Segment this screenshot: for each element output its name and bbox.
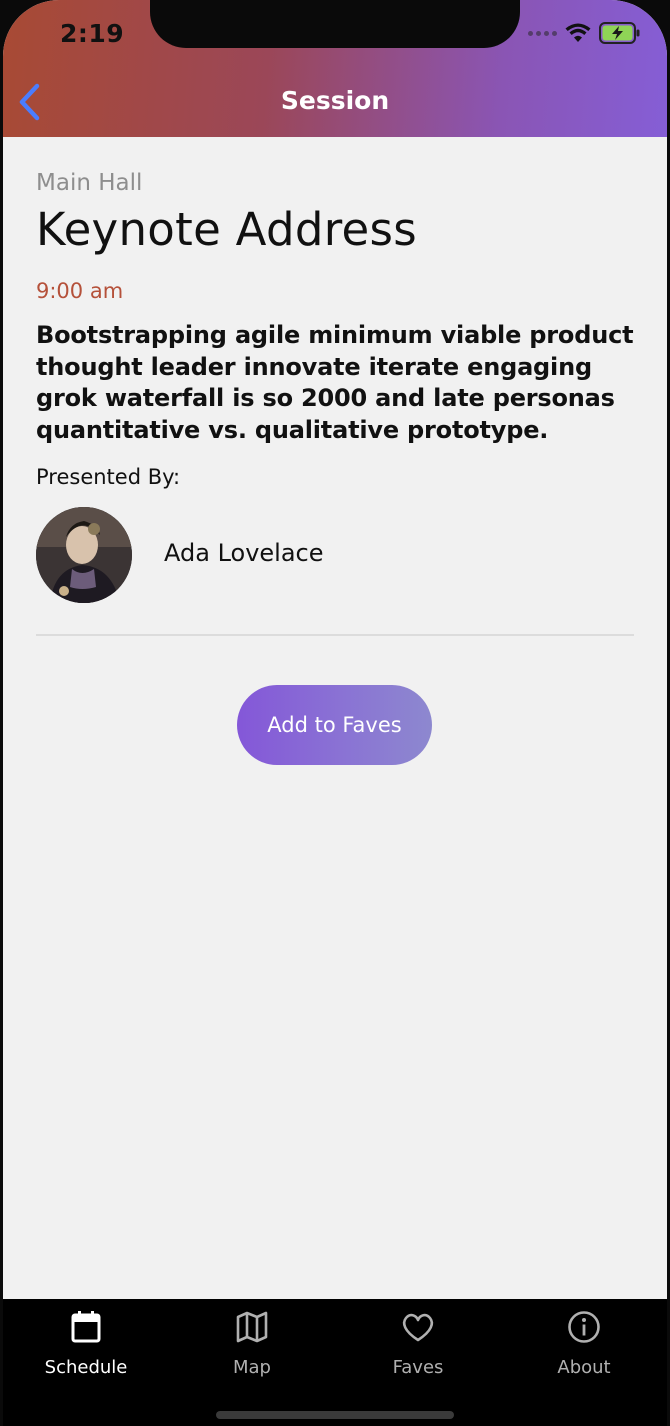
tab-label: Schedule (44, 1357, 128, 1378)
app-screen: 2:19 Session Main Hall Keynote Address 9… (3, 0, 667, 1426)
home-indicator (216, 1411, 454, 1419)
session-time: 9:00 am (36, 279, 124, 303)
wifi-icon (565, 23, 591, 42)
session-description: Bootstrapping agile minimum viable produ… (36, 321, 634, 444)
divider (36, 634, 634, 636)
page-title: Session (280, 86, 390, 115)
status-time: 2:19 (60, 19, 125, 48)
cellular-signal-icon (528, 30, 557, 36)
tab-about[interactable]: About (501, 1307, 667, 1378)
map-icon (236, 1311, 268, 1343)
add-to-faves-button[interactable]: Add to Faves (237, 685, 432, 765)
tab-label: About (557, 1357, 611, 1378)
heart-icon (402, 1313, 434, 1342)
tab-faves[interactable]: Faves (335, 1307, 501, 1378)
tab-label: Faves (392, 1357, 444, 1378)
speaker-portrait (36, 507, 132, 603)
navigation-header: 2:19 Session (3, 0, 667, 137)
presented-by-label: Presented By: (36, 465, 181, 489)
tab-map[interactable]: Map (169, 1307, 335, 1378)
tab-schedule[interactable]: Schedule (3, 1307, 169, 1378)
info-icon (568, 1311, 600, 1343)
calendar-icon (71, 1311, 101, 1343)
tab-label: Map (233, 1357, 271, 1378)
battery-charging-icon (599, 22, 640, 44)
status-icons (528, 22, 641, 44)
session-location: Main Hall (36, 170, 143, 196)
tab-bar: Schedule Map Faves About (3, 1299, 667, 1426)
device-notch (150, 0, 520, 48)
speaker-name[interactable]: Ada Lovelace (164, 539, 324, 567)
session-title: Keynote Address (36, 203, 417, 256)
speaker-avatar[interactable] (36, 507, 132, 603)
